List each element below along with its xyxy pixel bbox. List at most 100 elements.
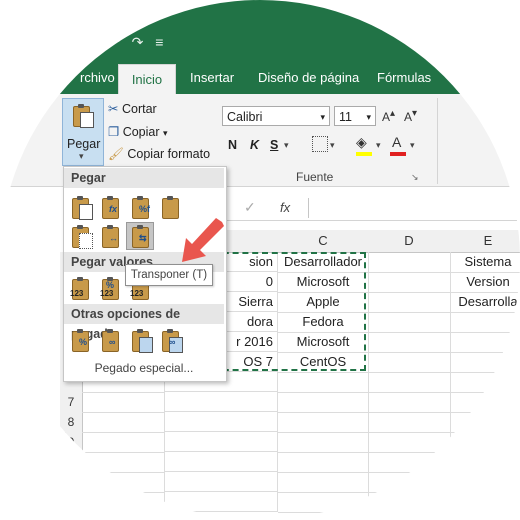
cell[interactable]: [368, 432, 451, 453]
tab-formulas[interactable]: Fórmulas: [377, 70, 431, 85]
italic-button[interactable]: K: [250, 138, 259, 152]
customize-qat-icon[interactable]: ≡: [155, 34, 163, 50]
cell[interactable]: [450, 352, 520, 373]
paste-formulas-icon[interactable]: fx: [100, 195, 122, 219]
undo-icon[interactable]: ↶: [108, 34, 120, 51]
underline-button[interactable]: S: [270, 138, 278, 152]
borders-icon[interactable]: [312, 136, 328, 152]
cell[interactable]: [368, 292, 451, 313]
paste-icon[interactable]: [70, 195, 93, 220]
cell[interactable]: [82, 452, 165, 473]
cell[interactable]: [278, 372, 369, 393]
cell[interactable]: [368, 252, 451, 273]
chevron-down-icon[interactable]: ▾: [330, 140, 335, 151]
paste-keep-column-widths-icon[interactable]: ↔: [100, 224, 122, 248]
cell[interactable]: [164, 472, 278, 492]
row-header[interactable]: [60, 492, 83, 513]
column-header-c[interactable]: C: [278, 230, 369, 253]
paste-formulas-number-format-icon[interactable]: %f: [130, 195, 152, 219]
cell[interactable]: [278, 392, 369, 413]
cell[interactable]: [164, 452, 278, 472]
cell[interactable]: [368, 472, 451, 493]
enter-check-icon[interactable]: ✓: [244, 199, 256, 216]
bold-button[interactable]: N: [228, 138, 237, 152]
paste-values-icon[interactable]: 123: [70, 276, 92, 300]
cell[interactable]: [368, 392, 451, 413]
cell[interactable]: [450, 332, 520, 353]
transpose-icon: ⇆: [130, 224, 152, 248]
redo-icon[interactable]: ↷: [132, 34, 144, 51]
cell[interactable]: [82, 432, 165, 453]
font-color-icon[interactable]: A: [392, 134, 401, 150]
fill-color-icon[interactable]: ◈: [356, 134, 367, 151]
cell[interactable]: [278, 452, 369, 473]
cell[interactable]: [368, 492, 451, 513]
cell[interactable]: [450, 472, 520, 493]
paste-button[interactable]: Pegar ▾: [62, 98, 104, 166]
row-header-9[interactable]: 9: [60, 432, 83, 453]
cell[interactable]: [368, 452, 451, 473]
cell[interactable]: [278, 412, 369, 433]
paste-linked-picture-icon[interactable]: ∞: [160, 328, 183, 353]
cell[interactable]: [450, 452, 520, 473]
cell[interactable]: Sistema: [450, 252, 520, 273]
tab-archivo[interactable]: rchivo: [80, 70, 115, 85]
column-header-e[interactable]: E: [450, 230, 520, 253]
cell[interactable]: [450, 412, 520, 433]
paste-values-number-format-icon[interactable]: % 123: [100, 276, 122, 300]
cell[interactable]: [82, 392, 165, 413]
shrink-font-icon[interactable]: A▾: [404, 108, 417, 124]
cell[interactable]: [368, 372, 451, 393]
paste-formatting-icon[interactable]: %: [70, 328, 92, 352]
cell[interactable]: [278, 472, 369, 493]
cell[interactable]: [368, 312, 451, 333]
tab-diseno[interactable]: Diseño de página: [258, 70, 359, 85]
font-size-select[interactable]: 11 ▾: [334, 106, 376, 126]
cell[interactable]: [368, 332, 451, 353]
cell[interactable]: [164, 392, 278, 412]
cell[interactable]: [164, 412, 278, 432]
copy-button[interactable]: ❐ Copiar ▾: [108, 124, 168, 139]
chevron-down-icon: ▾: [79, 151, 84, 161]
cell[interactable]: [82, 412, 165, 433]
cell[interactable]: [450, 392, 520, 413]
cell[interactable]: [164, 492, 278, 512]
insert-function-icon[interactable]: fx: [280, 200, 290, 215]
cell[interactable]: [82, 492, 165, 513]
paste-special-item[interactable]: Pegado especial...: [64, 359, 224, 377]
font-name-select[interactable]: Calibri ▾: [222, 106, 330, 126]
row-header[interactable]: [60, 472, 83, 493]
cut-button[interactable]: ✂ Cortar: [108, 101, 157, 116]
dialog-launcher-icon[interactable]: ↘: [411, 172, 419, 183]
cell[interactable]: [368, 412, 451, 433]
cell[interactable]: Desarrolla: [450, 292, 520, 313]
transpose-button[interactable]: ⇆: [126, 222, 154, 250]
paste-no-borders-icon[interactable]: [70, 224, 93, 249]
row-header-8[interactable]: 8: [60, 412, 83, 433]
row-header-7[interactable]: 7: [60, 392, 83, 413]
formula-input[interactable]: [308, 198, 520, 218]
tab-inicio[interactable]: Inicio: [118, 64, 176, 95]
chevron-down-icon[interactable]: ▾: [410, 140, 415, 151]
cell[interactable]: [278, 492, 369, 513]
cell[interactable]: [368, 272, 451, 293]
chevron-down-icon[interactable]: ▾: [376, 140, 381, 151]
cell[interactable]: [82, 472, 165, 493]
cell[interactable]: [450, 312, 520, 333]
tab-insertar[interactable]: Insertar: [190, 70, 234, 85]
paste-link-icon[interactable]: ∞: [100, 328, 122, 352]
cell[interactable]: [164, 432, 278, 452]
grow-font-icon[interactable]: A▴: [382, 108, 395, 124]
cell[interactable]: [450, 492, 520, 513]
cell[interactable]: Version: [450, 272, 520, 293]
chevron-down-icon[interactable]: ▾: [284, 140, 289, 151]
cell[interactable]: [368, 352, 451, 373]
column-header-d[interactable]: D: [368, 230, 451, 253]
cell[interactable]: [450, 372, 520, 393]
paste-picture-icon[interactable]: [130, 328, 153, 353]
cell[interactable]: [278, 432, 369, 453]
row-header[interactable]: [60, 452, 83, 473]
format-painter-button[interactable]: 🖌 Copiar formato: [108, 147, 210, 162]
paste-keep-source-formatting-icon[interactable]: ✎: [160, 195, 182, 219]
cell[interactable]: [450, 432, 520, 453]
